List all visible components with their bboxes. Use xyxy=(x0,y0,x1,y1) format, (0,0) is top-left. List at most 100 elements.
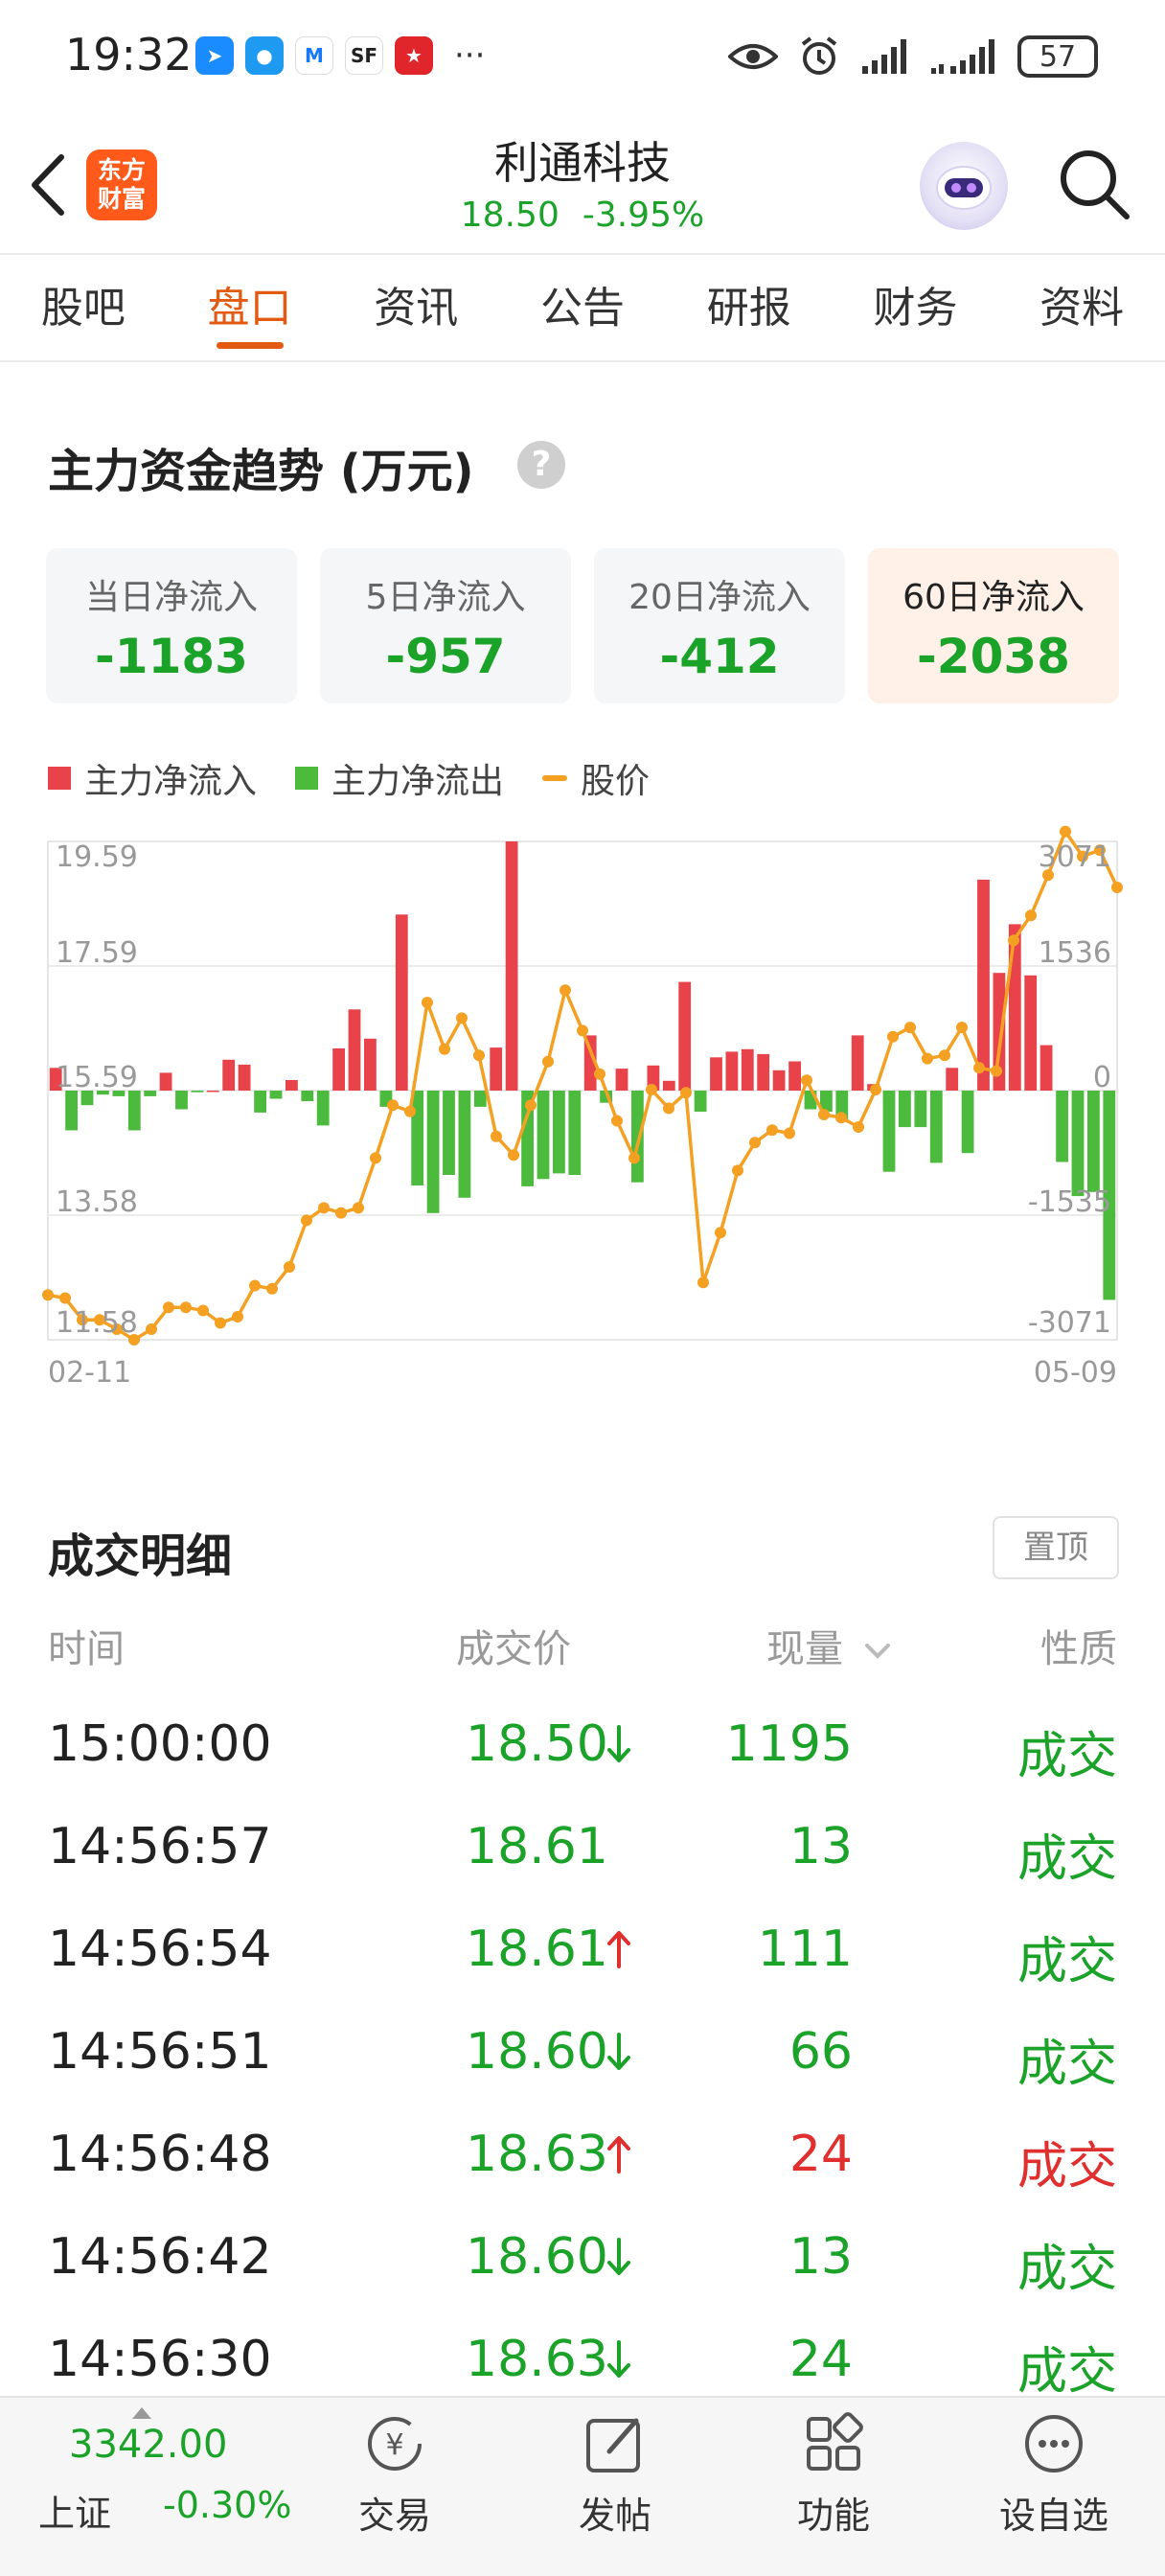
nav-add-watchlist[interactable]: 设自选 xyxy=(977,2409,1131,2539)
index-change[interactable]: -0.30% xyxy=(163,2484,291,2526)
inflow-bar xyxy=(757,1053,770,1091)
legend-inflow-label: 主力净流入 xyxy=(84,762,258,801)
price-point xyxy=(973,1062,985,1074)
tab-news[interactable]: 资讯 xyxy=(332,255,499,360)
inflow-swatch xyxy=(48,767,71,790)
more-icon: ··· xyxy=(454,36,486,75)
trade-nature: 成交 xyxy=(1017,1830,1117,1888)
outflow-bar xyxy=(127,1091,141,1131)
inflow-bar xyxy=(159,1072,172,1091)
price-point xyxy=(1025,909,1037,922)
card-label: 20日净流入 xyxy=(628,578,811,617)
trade-time: 14:56:54 xyxy=(48,1920,272,1978)
trade-volume: 1195 xyxy=(725,1715,853,1773)
tab-guba[interactable]: 股吧 xyxy=(0,255,167,360)
inflow-bar xyxy=(286,1080,298,1091)
caret-up-icon xyxy=(132,2407,151,2419)
trade-time: 14:56:51 xyxy=(48,2023,272,2081)
trade-nature: 成交 xyxy=(1017,2241,1117,2298)
outflow-bar xyxy=(443,1091,455,1175)
legend-inflow: 主力净流入 xyxy=(48,753,257,803)
card-value: -2038 xyxy=(917,629,1070,684)
battery-indicator: 57 xyxy=(1017,35,1098,78)
tab-bar: 股吧 盘口 资讯 公告 研报 财务 资料 xyxy=(0,255,1165,362)
status-indicators: 57 xyxy=(728,34,1098,79)
arrow-down-icon xyxy=(607,1725,630,1762)
outflow-bar xyxy=(1056,1091,1068,1162)
eye-icon xyxy=(728,44,778,69)
outflow-bar xyxy=(426,1091,440,1213)
price-tick-label: 19.59 xyxy=(56,840,138,874)
nav-trade[interactable]: ¥ 交易 xyxy=(318,2409,471,2539)
card-20day-net-inflow[interactable]: 20日净流入 -412 xyxy=(594,548,845,703)
inflow-bar xyxy=(741,1048,754,1091)
legend-price: 股价 xyxy=(542,753,650,803)
trade-volume: 13 xyxy=(788,2228,853,2286)
help-icon[interactable]: ? xyxy=(517,441,565,489)
trade-nature: 成交 xyxy=(1017,2138,1117,2196)
card-5day-net-inflow[interactable]: 5日净流入 -957 xyxy=(320,548,571,703)
stock-price: 18.50 xyxy=(460,196,560,235)
price-point xyxy=(560,984,571,997)
outflow-swatch xyxy=(295,767,319,790)
nav-post[interactable]: 发帖 xyxy=(538,2409,692,2539)
price-point xyxy=(697,1276,709,1289)
inflow-bar xyxy=(678,981,692,1091)
outflow-bar xyxy=(175,1091,188,1110)
inflow-bar xyxy=(977,879,990,1091)
search-icon[interactable] xyxy=(1054,144,1134,224)
outflow-bar xyxy=(144,1091,157,1096)
price-point xyxy=(370,1152,381,1164)
price-point xyxy=(163,1301,174,1314)
tab-finance[interactable]: 财务 xyxy=(833,255,999,360)
pin-to-top-button[interactable]: 置顶 xyxy=(993,1516,1119,1579)
legend-outflow-label: 主力净流出 xyxy=(331,762,505,801)
outflow-bar xyxy=(537,1091,550,1180)
column-volume[interactable]: 现量 xyxy=(766,1618,892,1673)
index-name[interactable]: 上证 xyxy=(38,2484,111,2537)
inflow-bar xyxy=(222,1059,236,1091)
card-value: -1183 xyxy=(95,629,248,684)
card-today-net-inflow[interactable]: 当日净流入 -1183 xyxy=(46,548,297,703)
price-point xyxy=(318,1202,330,1214)
tab-announcements[interactable]: 公告 xyxy=(499,255,666,360)
outflow-bar xyxy=(882,1091,896,1172)
x-start-label: 02-11 xyxy=(48,1356,131,1390)
fund-flow-chart[interactable]: 19.59 17.59 15.59 13.58 11.58 3071 1536 0 -1535 -… xyxy=(0,824,1165,1399)
inflow-bar xyxy=(206,1091,219,1092)
price-point xyxy=(542,1055,554,1068)
arrow-up-icon xyxy=(607,2136,630,2174)
tab-profile[interactable]: 资料 xyxy=(998,255,1165,360)
price-point xyxy=(749,1137,761,1149)
app-notification-icon: ➤ xyxy=(195,36,234,75)
inflow-bar xyxy=(725,1051,739,1091)
add-watchlist-icon xyxy=(1025,2415,1083,2472)
trade-row: 14:56:51 18.60 66 成交 xyxy=(0,2010,1165,2112)
price-point xyxy=(59,1292,71,1304)
outflow-bar xyxy=(914,1091,927,1128)
nav-post-label: 发帖 xyxy=(578,2495,651,2537)
column-price: 成交价 xyxy=(456,1627,571,1671)
ai-assistant-icon[interactable] xyxy=(920,142,1008,230)
card-60day-net-inflow[interactable]: 60日净流入 -2038 xyxy=(868,548,1119,703)
price-point xyxy=(491,1130,502,1142)
tab-pankou[interactable]: 盘口 xyxy=(167,255,333,360)
trade-nature: 成交 xyxy=(1017,2036,1117,2093)
column-volume-label: 现量 xyxy=(766,1627,843,1671)
outflow-bar xyxy=(301,1091,314,1101)
price-point xyxy=(422,997,433,1009)
price-point xyxy=(594,1068,605,1080)
trade-nature: 成交 xyxy=(1017,2343,1117,2401)
trade-time: 15:00:00 xyxy=(48,1715,272,1773)
price-point xyxy=(784,1127,795,1139)
signal-secondary-icon xyxy=(931,39,994,74)
sf-express-icon: SF xyxy=(345,36,383,75)
index-value[interactable]: 3342.00 xyxy=(69,2423,227,2467)
tab-research[interactable]: 研报 xyxy=(666,255,833,360)
outflow-bar xyxy=(254,1091,266,1113)
nav-function[interactable]: 功能 xyxy=(757,2409,910,2539)
legend-outflow: 主力净流出 xyxy=(295,753,504,803)
outflow-bar xyxy=(65,1091,78,1131)
column-nature: 性质 xyxy=(1040,1627,1117,1671)
x-end-label: 05-09 xyxy=(1034,1356,1117,1390)
